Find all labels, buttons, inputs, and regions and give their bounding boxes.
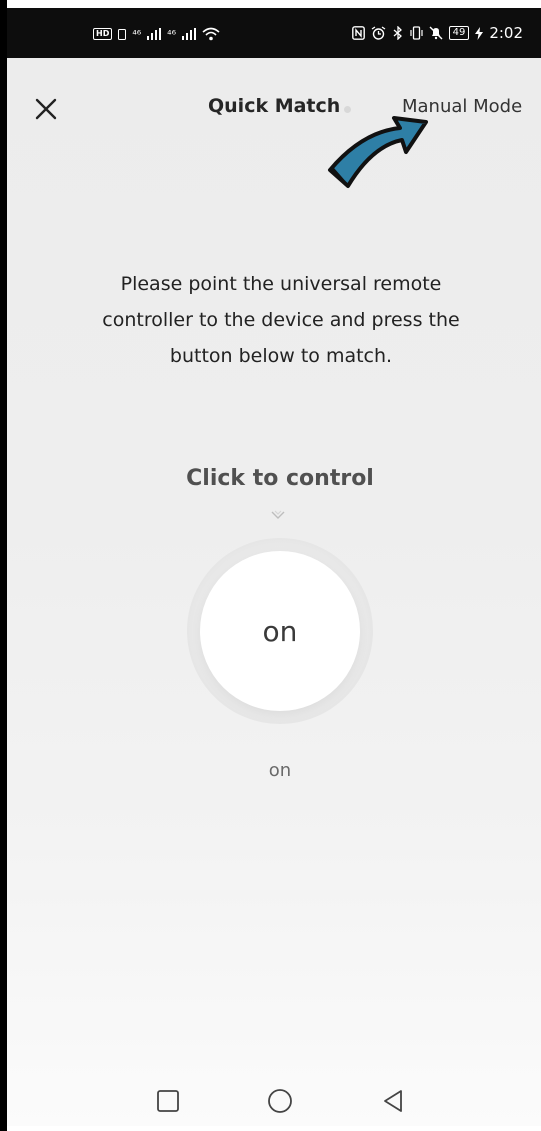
on-button-label: on [262,614,298,648]
nfc-icon [351,26,365,40]
hd-badge: HD [93,28,113,40]
triangle-back-icon[interactable] [380,1088,406,1114]
charging-icon [475,26,484,40]
bluetooth-icon [393,26,402,40]
page-title: Quick Match [208,95,341,117]
navigation-bar [7,1076,541,1126]
signal-1-icon [147,28,162,40]
annotation-arrow-icon [328,116,428,188]
status-bar: HD ⁴⁶ ⁴⁶ 49 2:02 [7,8,541,58]
instruction-line: button below to match. [169,345,393,367]
circle-icon[interactable] [267,1088,293,1114]
instruction-line: Please point the universal remote [120,273,442,295]
sim1-label: ⁴⁶ [132,27,142,41]
close-icon[interactable] [33,96,59,122]
battery-indicator: 49 [448,26,470,40]
sim2-label: ⁴⁶ [167,27,176,41]
clock: 2:02 [489,24,523,42]
on-button[interactable]: on [200,551,360,711]
square-icon[interactable] [155,1088,181,1114]
status-right: 49 2:02 [351,22,523,44]
status-left: HD ⁴⁶ ⁴⁶ [93,24,220,44]
mute-bell-icon [429,26,443,40]
instruction-text: Please point the universal remote contro… [67,266,495,374]
click-to-control-label: Click to control [186,466,374,491]
chevron-down-icon [271,510,285,519]
wifi-icon [202,27,220,41]
app-header: Quick Match Manual Mode [7,58,541,148]
page-edge-top [0,0,541,8]
signal-2-icon [182,28,196,40]
instruction-line: controller to the device and press the [102,309,460,331]
vibrate-icon [409,26,423,40]
on-caption: on [268,760,292,781]
alarm-icon [371,26,385,40]
page-edge-left [0,0,7,1131]
phone-screen: HD ⁴⁶ ⁴⁶ 49 2:02 Quick Match Manual Mode… [7,8,541,1126]
sim-icon [118,28,127,40]
